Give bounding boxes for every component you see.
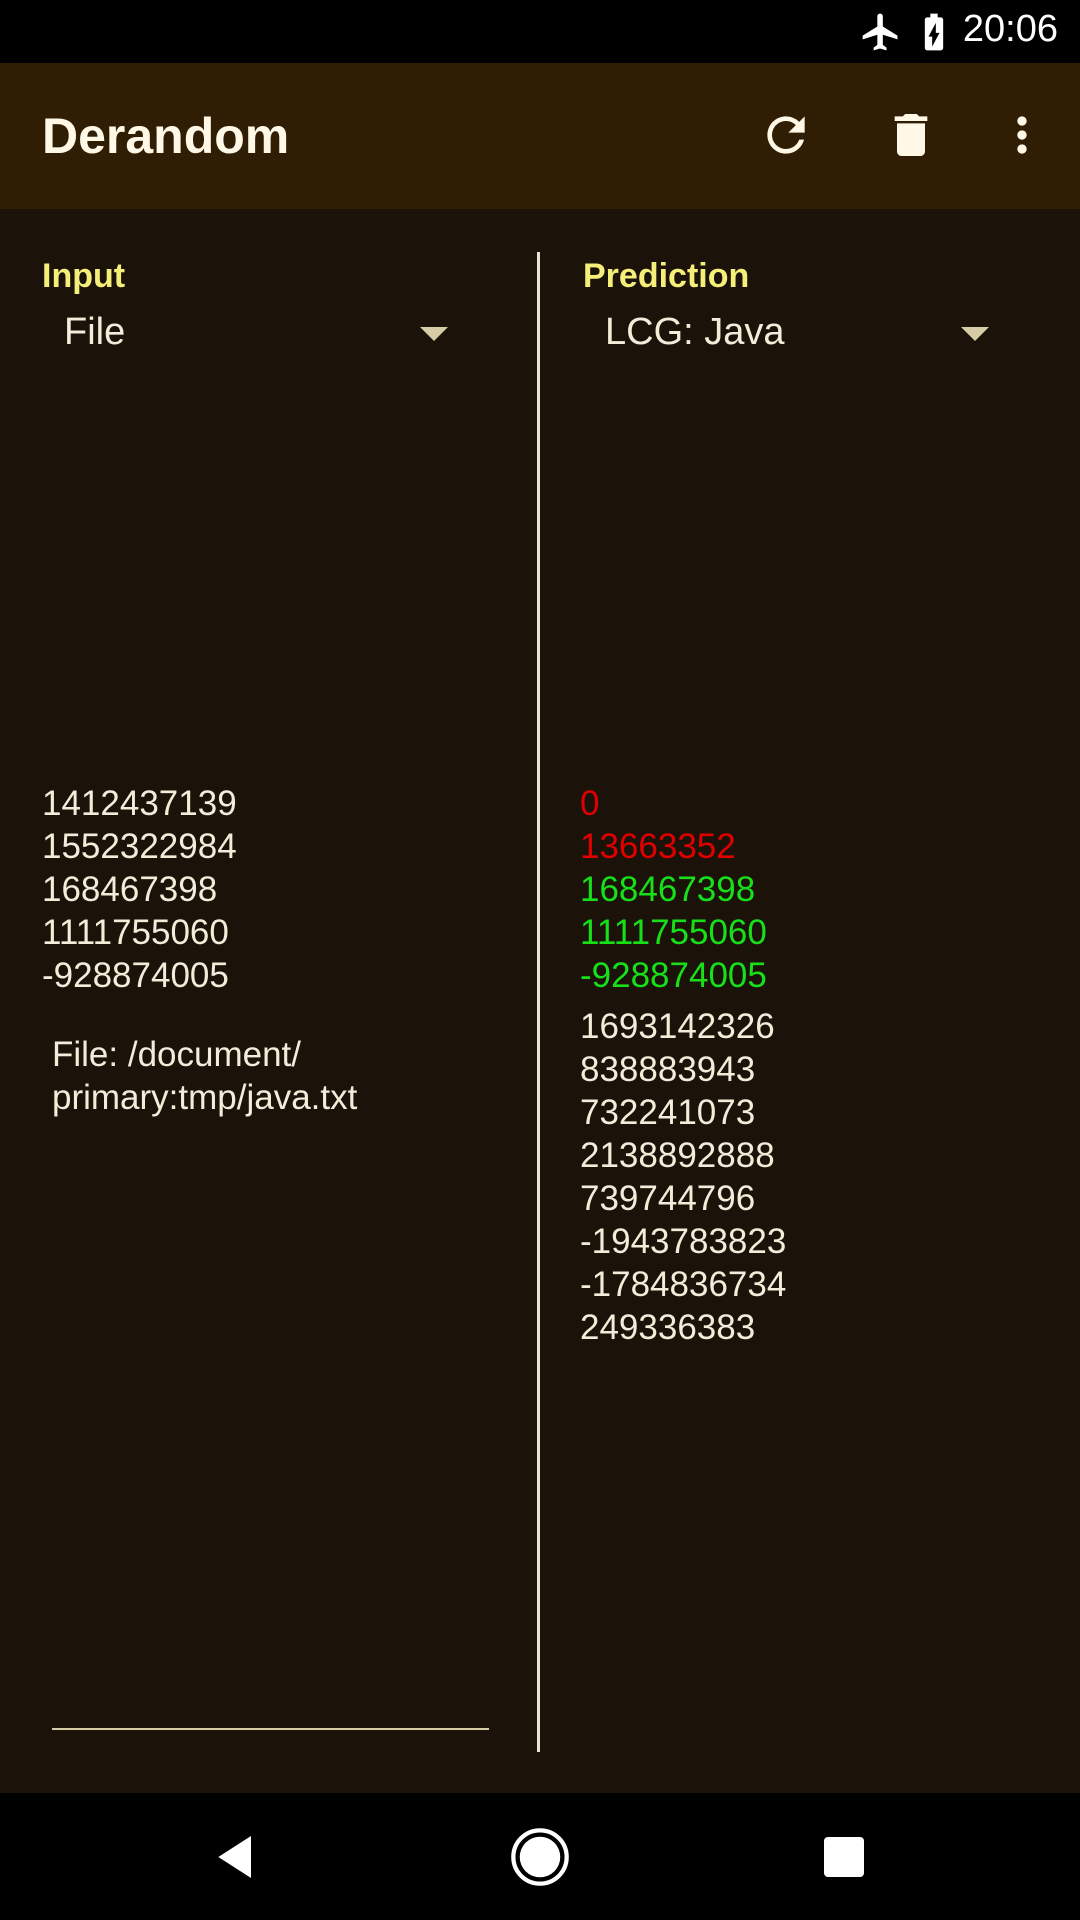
prediction-match-number: 1111755060	[580, 913, 767, 952]
file-path-text: File: /document/ primary:tmp/java.txt	[52, 1035, 358, 1117]
app-title: Derandom	[42, 108, 290, 164]
recents-icon	[824, 1837, 864, 1877]
input-number-list: 1412437139 1552322984 168467398 11117550…	[42, 782, 237, 997]
input-number: 1111755060	[42, 913, 229, 952]
input-label: Input	[42, 257, 126, 295]
home-button[interactable]	[502, 1819, 578, 1895]
input-source-value: File	[64, 311, 126, 353]
prediction-label: Prediction	[583, 257, 750, 295]
app-bar: Derandom	[0, 63, 1080, 209]
refresh-icon	[767, 116, 805, 154]
predicted-number: 1693142326	[580, 1007, 775, 1046]
input-number: 1552322984	[42, 827, 237, 866]
delete-button[interactable]	[875, 99, 947, 171]
prediction-match-number: 0	[580, 784, 600, 823]
refresh-button[interactable]	[750, 99, 822, 171]
predicted-number: -1943783823	[580, 1222, 787, 1261]
navigation-bar	[0, 1793, 1080, 1920]
input-number: 1412437139	[42, 784, 237, 823]
app-screen: 20:06 Derandom Input File 1412437139 155…	[0, 0, 1080, 1920]
predicted-number: 732241073	[580, 1093, 756, 1132]
prediction-match-number: -928874005	[580, 956, 767, 995]
input-number: -928874005	[42, 956, 229, 995]
predicted-number: 2138892888	[580, 1136, 775, 1175]
delete-icon	[894, 114, 928, 156]
battery-charging-icon	[924, 13, 944, 51]
chevron-down-icon	[420, 327, 448, 341]
input-source-spinner[interactable]: File	[42, 307, 462, 367]
prediction-next-list: 1693142326 838883943 732241073 213889288…	[580, 1005, 786, 1349]
prediction-match-number: 168467398	[580, 870, 756, 909]
chevron-down-icon	[961, 327, 989, 341]
more-vert-icon	[1017, 116, 1027, 154]
recents-button[interactable]	[806, 1819, 882, 1895]
input-field-underline[interactable]	[52, 1728, 489, 1730]
status-bar: 20:06	[0, 0, 1080, 63]
predicted-number: 739744796	[580, 1179, 756, 1218]
more-options-button[interactable]	[986, 99, 1058, 171]
airplane-mode-icon	[862, 13, 898, 51]
back-icon	[218, 1836, 251, 1878]
main-content: Input File 1412437139 1552322984 1684673…	[0, 209, 1080, 1793]
back-button[interactable]	[199, 1819, 275, 1895]
column-divider	[537, 252, 540, 1752]
predicted-number: -1784836734	[580, 1265, 787, 1304]
home-icon	[511, 1828, 569, 1886]
prediction-match-number: 13663352	[580, 827, 736, 866]
prediction-match-list: 0 13663352 168467398 1111755060 -9288740…	[580, 782, 767, 997]
prediction-algorithm-spinner[interactable]: LCG: Java	[583, 307, 1003, 367]
prediction-algorithm-value: LCG: Java	[605, 311, 785, 353]
predicted-number: 838883943	[580, 1050, 756, 1089]
predicted-number: 249336383	[580, 1308, 756, 1347]
input-number: 168467398	[42, 870, 218, 909]
status-time: 20:06	[962, 8, 1058, 50]
